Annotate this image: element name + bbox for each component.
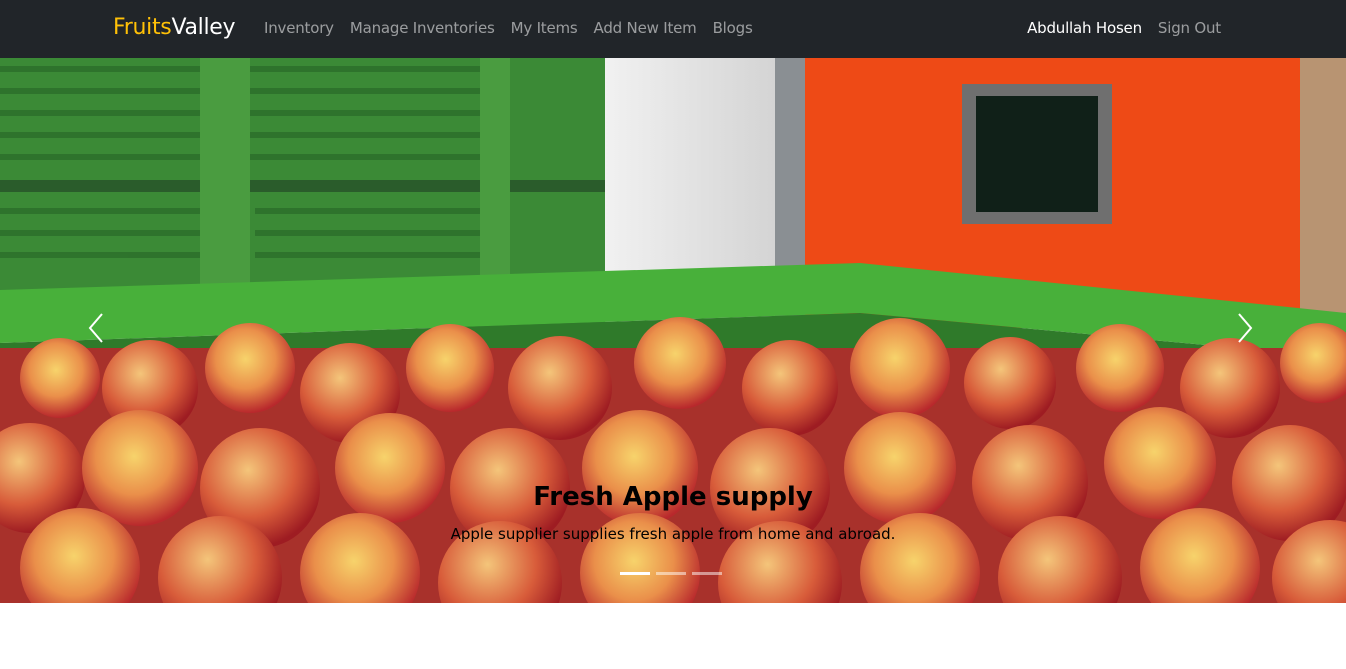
- nav-link-add-new-item[interactable]: Add New Item: [594, 18, 697, 38]
- hero-carousel: Fresh Apple supply Apple supplier suppli…: [0, 58, 1346, 603]
- carousel-indicators: [620, 572, 722, 575]
- chevron-left-icon: [88, 313, 103, 343]
- indicator-3[interactable]: [692, 572, 722, 575]
- nav-link-blogs[interactable]: Blogs: [713, 18, 753, 38]
- nav-link-inventory[interactable]: Inventory: [264, 18, 334, 38]
- user-name: Abdullah Hosen: [1027, 19, 1142, 37]
- nav-link-my-items[interactable]: My Items: [511, 18, 578, 38]
- nav-link-manage-inventories[interactable]: Manage Inventories: [350, 18, 495, 38]
- brand-name-part-2: Valley: [171, 15, 236, 40]
- user-nav: Abdullah Hosen Sign Out: [1027, 18, 1221, 38]
- brand-name-part-1: Fruits: [113, 15, 172, 40]
- sign-out-link[interactable]: Sign Out: [1158, 18, 1221, 38]
- main-nav: Inventory Manage Inventories My Items Ad…: [264, 18, 769, 38]
- indicator-1[interactable]: [620, 572, 650, 575]
- brand-logo-link[interactable]: FruitsValley: [113, 13, 236, 43]
- indicator-2[interactable]: [656, 572, 686, 575]
- chevron-right-icon: [1238, 313, 1253, 343]
- carousel-next-button[interactable]: [1225, 308, 1265, 348]
- slide-image: [0, 58, 1346, 603]
- top-navbar: FruitsValley Inventory Manage Inventorie…: [0, 0, 1346, 58]
- slide-title: Fresh Apple supply: [533, 482, 813, 512]
- carousel-prev-button[interactable]: [76, 308, 116, 348]
- slide-subtitle: Apple supplier supplies fresh apple from…: [450, 525, 896, 543]
